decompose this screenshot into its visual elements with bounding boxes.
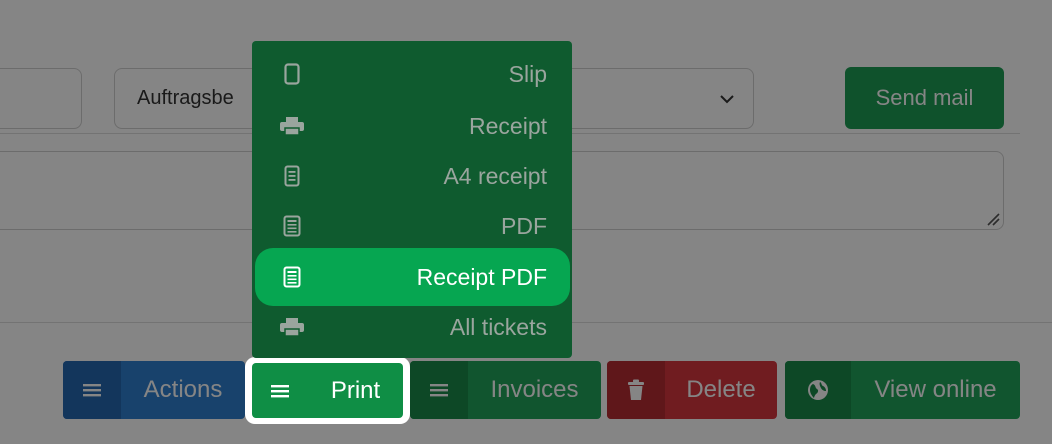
menu-item-all-tickets[interactable]: All tickets bbox=[255, 302, 570, 352]
menu-icon bbox=[252, 363, 308, 418]
menu-item-label: PDF bbox=[501, 212, 547, 239]
menu-item-slip[interactable]: Slip bbox=[255, 49, 570, 99]
document-icon bbox=[279, 165, 305, 187]
menu-item-label: Receipt bbox=[469, 112, 547, 139]
menu-item-label: All tickets bbox=[449, 313, 547, 340]
phone-icon bbox=[279, 63, 305, 85]
menu-item-label: A4 receipt bbox=[443, 162, 547, 189]
menu-item-label: Receipt PDF bbox=[416, 263, 547, 290]
menu-item-receipt[interactable]: Receipt bbox=[255, 101, 570, 151]
menu-item-receipt-pdf[interactable]: Receipt PDF bbox=[255, 248, 570, 306]
menu-item-label: Slip bbox=[508, 60, 547, 87]
menu-item-a4-receipt[interactable]: A4 receipt bbox=[255, 151, 570, 201]
pdf-document-icon bbox=[279, 266, 305, 288]
pdf-document-icon bbox=[279, 215, 305, 237]
print-menu: Slip Receipt A4 receipt PDF Receipt PDF … bbox=[252, 41, 572, 358]
menu-item-pdf[interactable]: PDF bbox=[255, 201, 570, 251]
print-label: Print bbox=[330, 376, 381, 404]
print-button[interactable]: Print bbox=[252, 363, 403, 418]
printer-icon bbox=[279, 115, 305, 137]
printer-icon bbox=[279, 316, 305, 338]
